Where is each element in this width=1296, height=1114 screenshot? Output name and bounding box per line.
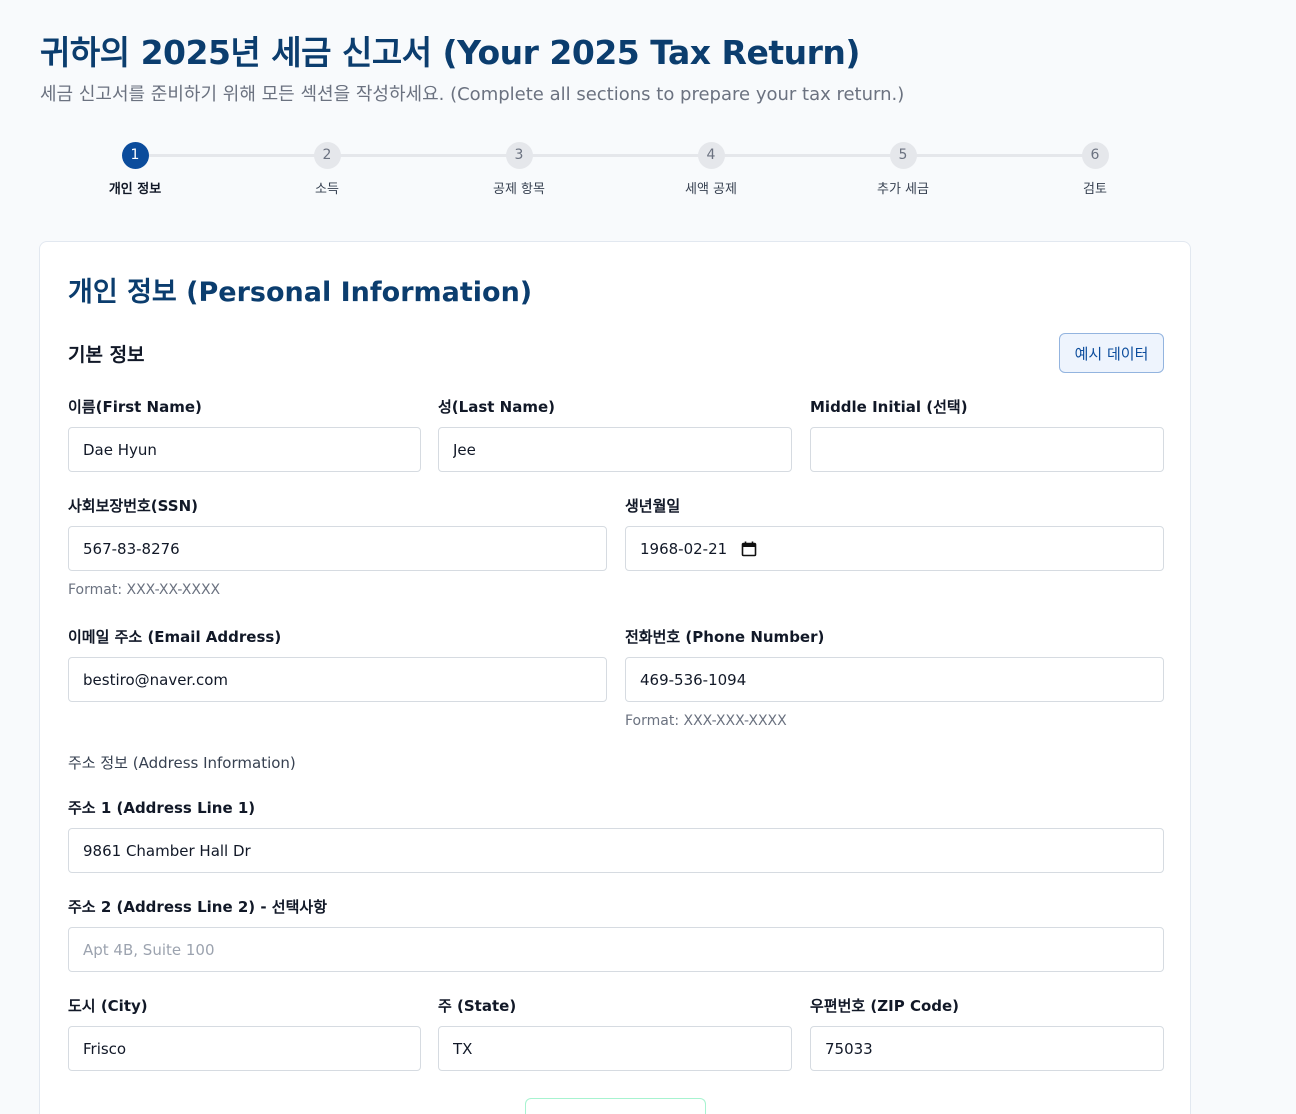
personal-info-card: 개인 정보 (Personal Information) 기본 정보 예시 데이… bbox=[39, 241, 1191, 1114]
section-title: 기본 정보 bbox=[68, 344, 145, 366]
step-label: 검토 bbox=[1083, 182, 1107, 197]
phone-format-hint: Format: XXX-XXX-XXXX bbox=[625, 713, 787, 729]
calendar-icon[interactable] bbox=[741, 541, 757, 557]
step-number: 5 bbox=[889, 142, 917, 169]
step-label: 세액 공제 bbox=[685, 182, 737, 197]
step-income[interactable]: 2 소득 bbox=[267, 140, 387, 197]
step-personal-info[interactable]: 1 개인 정보 bbox=[75, 140, 195, 197]
zip-input[interactable] bbox=[810, 1026, 1164, 1071]
step-number: 6 bbox=[1081, 142, 1109, 169]
step-deductions[interactable]: 3 공제 항목 bbox=[459, 140, 579, 197]
step-credits[interactable]: 4 세액 공제 bbox=[651, 140, 771, 197]
middle-initial-label: Middle Initial (선택) bbox=[810, 398, 968, 416]
step-label: 추가 세금 bbox=[877, 182, 929, 197]
page-title: 귀하의 2025년 세금 신고서 (Your 2025 Tax Return) bbox=[40, 33, 860, 72]
dob-label: 생년월일 bbox=[625, 497, 681, 515]
card-title: 개인 정보 (Personal Information) bbox=[68, 277, 533, 308]
ssn-input[interactable] bbox=[68, 526, 607, 571]
address1-input[interactable] bbox=[68, 828, 1164, 873]
address1-label: 주소 1 (Address Line 1) bbox=[68, 799, 256, 817]
progress-stepper: 1 개인 정보 2 소득 3 공제 항목 4 세액 공제 5 추가 세금 6 검… bbox=[0, 140, 1296, 210]
ssn-label: 사회보장번호(SSN) bbox=[68, 497, 198, 515]
city-input[interactable] bbox=[68, 1026, 421, 1071]
state-input[interactable] bbox=[438, 1026, 792, 1071]
email-label: 이메일 주소 (Email Address) bbox=[68, 628, 282, 646]
step-number: 3 bbox=[505, 142, 533, 169]
step-number: 2 bbox=[313, 142, 341, 169]
step-number: 4 bbox=[697, 142, 725, 169]
first-name-label: 이름(First Name) bbox=[68, 398, 202, 416]
first-name-input[interactable] bbox=[68, 427, 421, 472]
example-data-button[interactable]: 예시 데이터 bbox=[1059, 333, 1164, 373]
state-label: 주 (State) bbox=[438, 997, 517, 1015]
dob-value: 1968-02-21 bbox=[640, 539, 728, 558]
address-section-heading: 주소 정보 (Address Information) bbox=[68, 754, 296, 772]
phone-input[interactable] bbox=[625, 657, 1164, 702]
address2-label: 주소 2 (Address Line 2) - 선택사항 bbox=[68, 898, 328, 916]
step-number: 1 bbox=[121, 142, 149, 169]
step-review[interactable]: 6 검토 bbox=[1035, 140, 1155, 197]
middle-initial-input[interactable] bbox=[810, 427, 1164, 472]
page-subtitle: 세금 신고서를 준비하기 위해 모든 섹션을 작성하세요. (Complete … bbox=[40, 84, 905, 105]
ssn-format-hint: Format: XXX-XX-XXXX bbox=[68, 582, 221, 598]
step-label: 소득 bbox=[315, 182, 339, 197]
tax-return-page: 귀하의 2025년 세금 신고서 (Your 2025 Tax Return) … bbox=[0, 0, 1296, 1114]
email-input[interactable] bbox=[68, 657, 607, 702]
next-button[interactable] bbox=[525, 1098, 706, 1114]
step-label: 공제 항목 bbox=[493, 182, 545, 197]
address2-input[interactable] bbox=[68, 927, 1164, 972]
phone-label: 전화번호 (Phone Number) bbox=[625, 628, 825, 646]
step-label: 개인 정보 bbox=[108, 182, 162, 197]
zip-label: 우편번호 (ZIP Code) bbox=[810, 997, 960, 1015]
last-name-input[interactable] bbox=[438, 427, 792, 472]
dob-input[interactable]: 1968-02-21 bbox=[625, 526, 1164, 571]
last-name-label: 성(Last Name) bbox=[438, 398, 555, 416]
step-additional-taxes[interactable]: 5 추가 세금 bbox=[843, 140, 963, 197]
city-label: 도시 (City) bbox=[68, 997, 148, 1015]
